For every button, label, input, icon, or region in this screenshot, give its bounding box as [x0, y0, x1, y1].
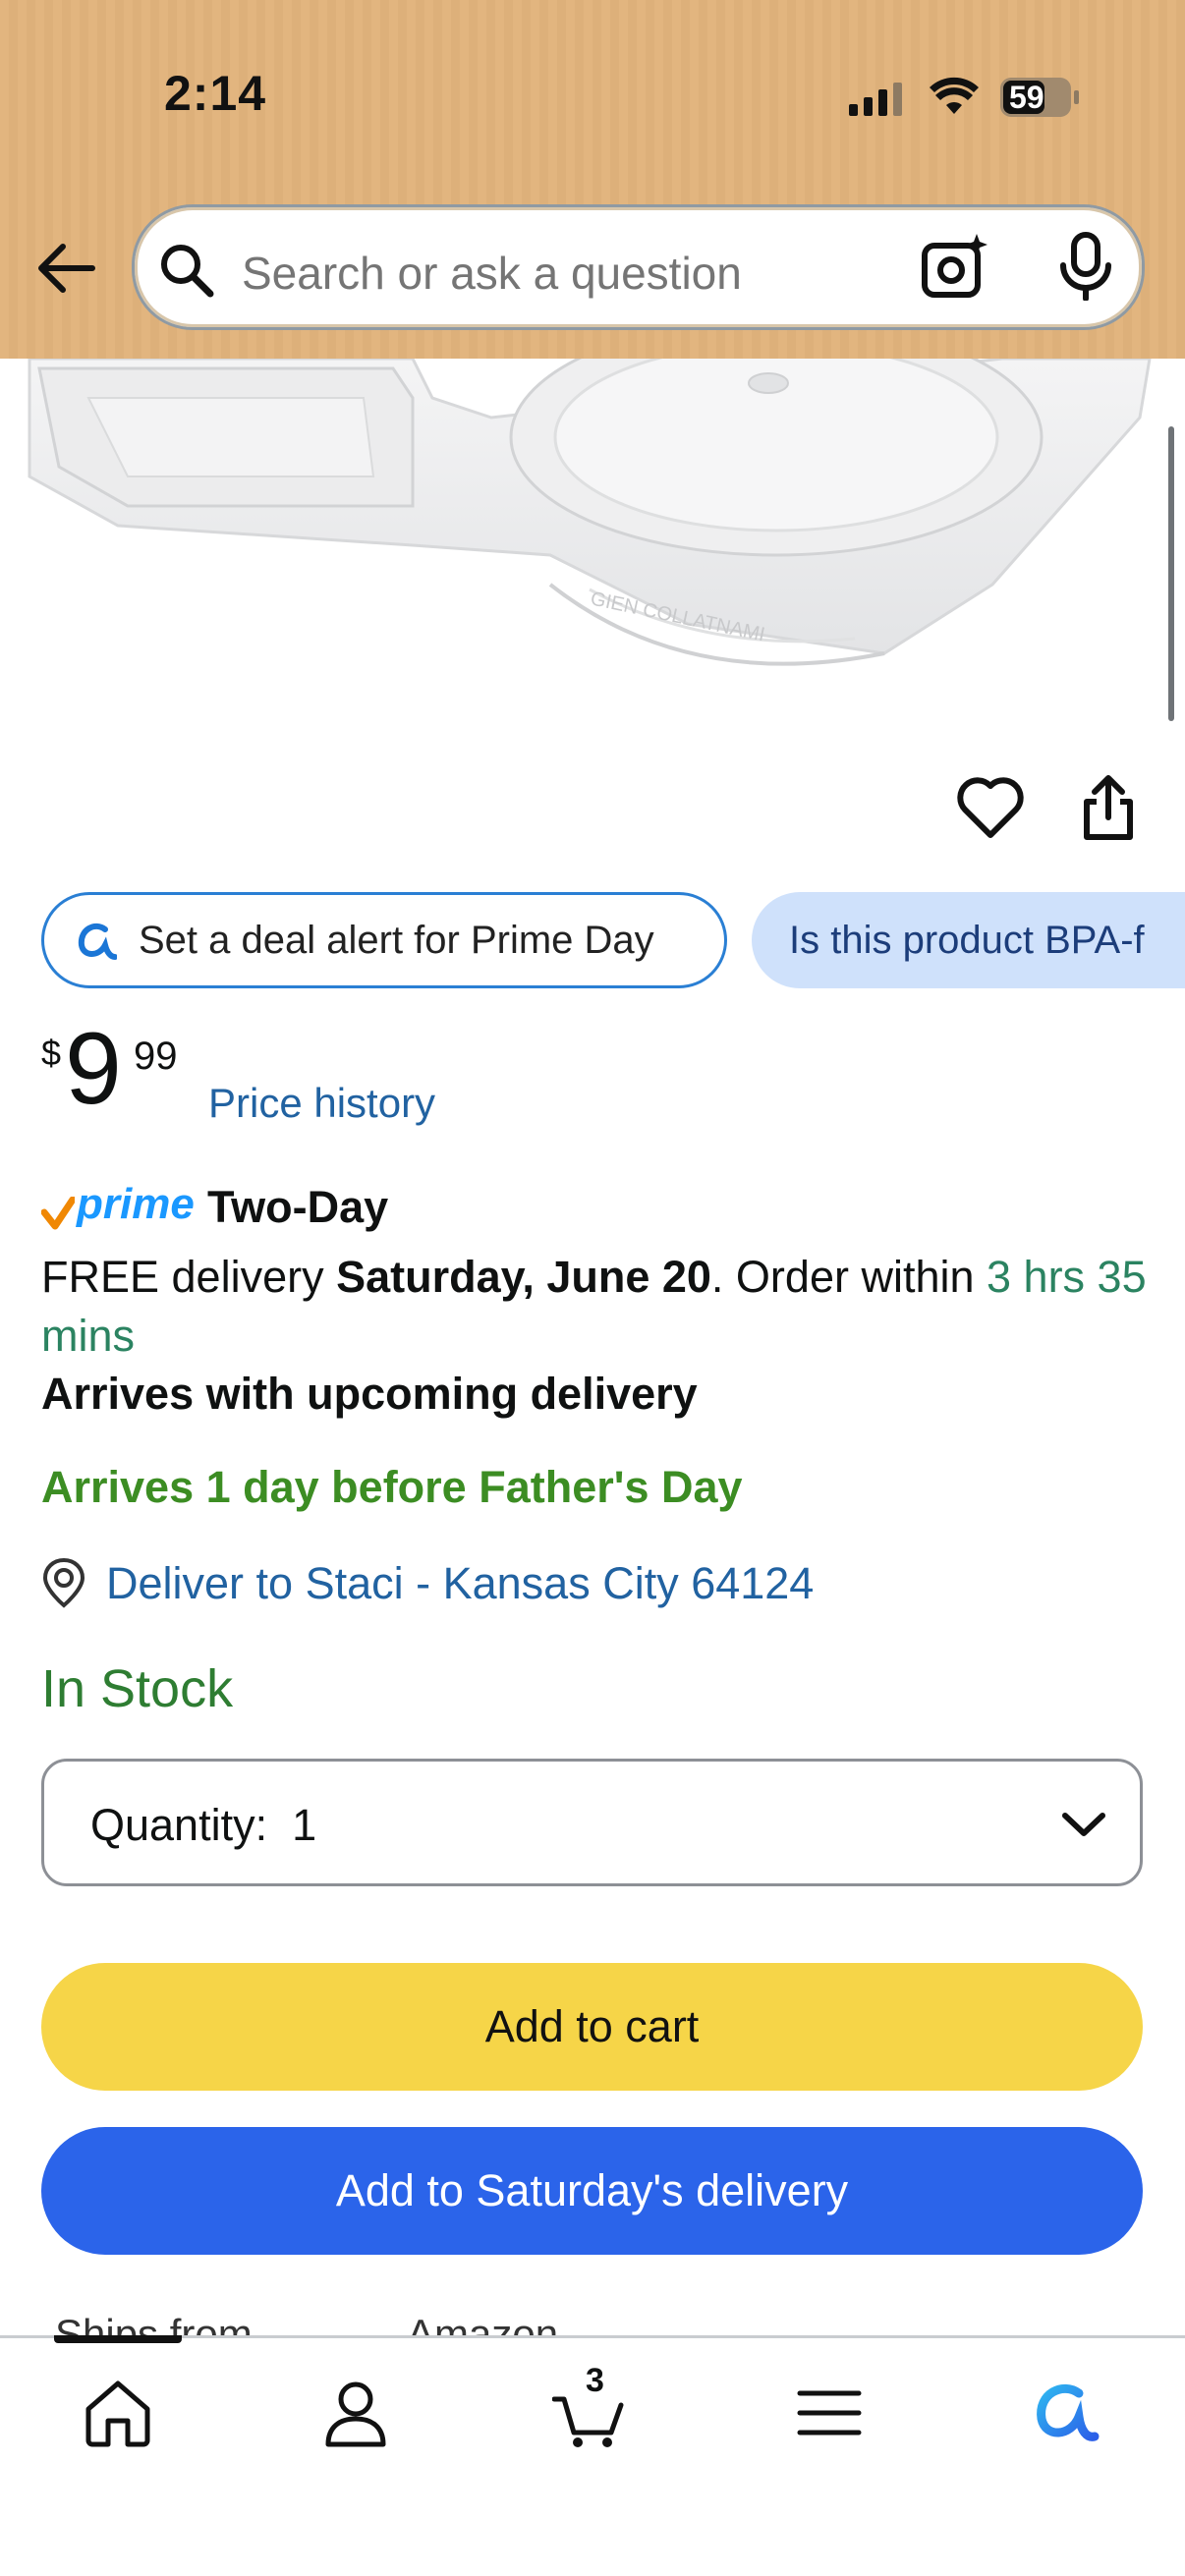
prime-check-icon: [41, 1197, 75, 1230]
stock-status: In Stock: [41, 1659, 234, 1718]
order-within-text: . Order within: [710, 1252, 988, 1302]
search-input[interactable]: [242, 244, 851, 303]
add-to-cart-button[interactable]: Add to cart: [41, 1963, 1143, 2091]
scrollbar[interactable]: [1168, 426, 1174, 721]
quantity-value: 1: [292, 1800, 317, 1850]
quantity-label: Quantity: 1: [90, 1800, 316, 1851]
wifi-icon: [930, 77, 979, 114]
quantity-label-text: Quantity:: [90, 1800, 268, 1850]
bpa-question-chip[interactable]: Is this product BPA-f: [752, 892, 1185, 988]
location-pin-icon: [42, 1557, 85, 1608]
delivery-date: Saturday, June 20: [336, 1252, 711, 1302]
add-to-delivery-button[interactable]: Add to Saturday's delivery: [41, 2127, 1143, 2255]
chevron-down-icon: [1062, 1813, 1105, 1836]
ships-from-label: Ships from: [55, 2311, 253, 2336]
deal-alert-label: Set a deal alert for Prime Day: [139, 918, 654, 962]
product-image[interactable]: GIEN COLLATNAMI: [0, 359, 1185, 722]
battery-icon: 59: [999, 77, 1080, 118]
rufus-assistant-icon[interactable]: [1028, 2376, 1102, 2450]
camera-lens-icon[interactable]: [920, 232, 990, 303]
account-icon[interactable]: [318, 2376, 393, 2450]
delivery-speed: Two-Day: [207, 1182, 389, 1232]
battery-level: 59: [1009, 80, 1044, 115]
cart-count-badge: 3: [586, 2362, 604, 2399]
rufus-icon: [78, 923, 117, 960]
active-tab-indicator: [54, 2335, 182, 2343]
arrives-upcoming-text: Arrives with upcoming delivery: [41, 1369, 698, 1419]
free-delivery-text: FREE delivery: [41, 1252, 337, 1302]
price-history-link[interactable]: Price history: [208, 1080, 435, 1127]
share-icon[interactable]: [1079, 774, 1138, 841]
price-currency: $: [41, 1033, 62, 1073]
price-fraction: 99: [134, 1035, 178, 1078]
search-icon: [161, 245, 214, 298]
prime-logo: prime: [77, 1180, 195, 1228]
microphone-icon[interactable]: [1055, 232, 1116, 301]
fathers-day-text: Arrives 1 day before Father's Day: [41, 1462, 743, 1512]
delivery-info: FREE delivery Saturday, June 20. Order w…: [41, 1248, 1152, 1366]
deal-alert-chip[interactable]: Set a deal alert for Prime Day: [41, 892, 727, 988]
heart-icon[interactable]: [955, 774, 1026, 841]
ships-from-value: Amazon: [407, 2311, 559, 2336]
cellular-signal-icon: [849, 83, 902, 116]
menu-icon[interactable]: [792, 2376, 867, 2450]
home-icon[interactable]: [81, 2376, 155, 2450]
status-time: 2:14: [164, 66, 267, 121]
back-arrow-icon[interactable]: [35, 238, 96, 299]
ships-from-row: Ships from Amazon: [41, 2309, 729, 2336]
bpa-question-label: Is this product BPA-f: [789, 918, 1145, 962]
deliver-to-link[interactable]: Deliver to Staci - Kansas City 64124: [106, 1558, 814, 1609]
price-whole: 9: [65, 1012, 122, 1126]
